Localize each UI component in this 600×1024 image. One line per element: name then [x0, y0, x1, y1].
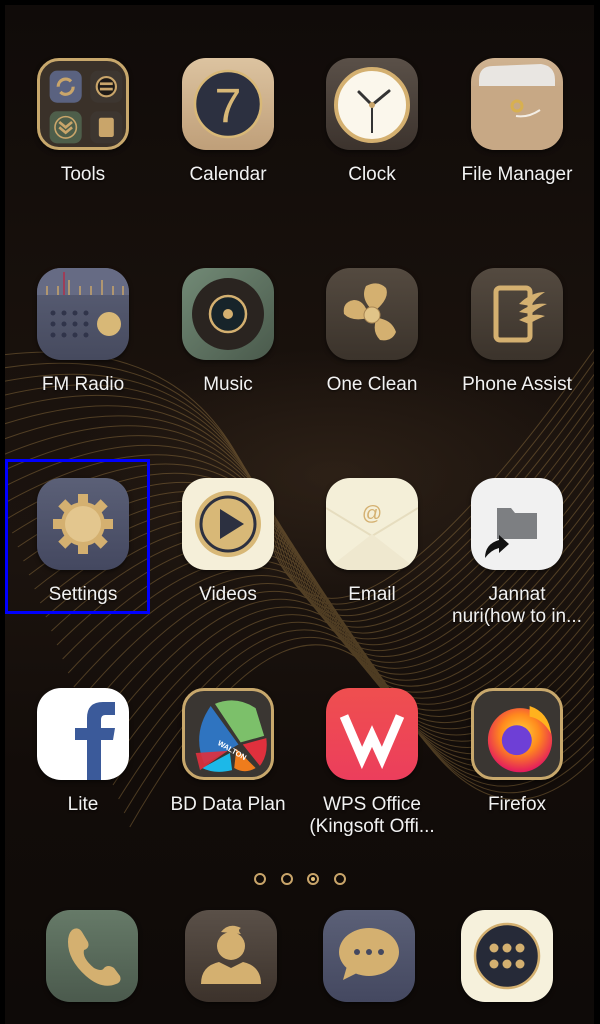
tools-folder-icon: [37, 58, 129, 150]
settings-highlight-box: [5, 459, 150, 614]
app-label: Jannat nuri(how to in...: [447, 584, 587, 628]
page-dot-4[interactable]: [334, 873, 346, 885]
phone-assist-icon: [471, 268, 563, 360]
app-facebook-lite[interactable]: Lite: [13, 688, 153, 816]
app-one-clean[interactable]: One Clean: [302, 268, 442, 396]
app-drawer-icon: [461, 910, 553, 1002]
dock-contacts[interactable]: [185, 910, 277, 1002]
app-label: One Clean: [326, 374, 418, 395]
app-file-manager[interactable]: File Manager: [447, 58, 587, 186]
play-icon: [182, 478, 274, 570]
app-fm-radio[interactable]: FM Radio: [13, 268, 153, 396]
fm-radio-icon: [37, 268, 129, 360]
app-label: WPS Office (Kingsoft Offi...: [302, 794, 442, 838]
folder-shortcut-icon: [471, 478, 563, 570]
calendar-icon: 7: [182, 58, 274, 150]
walton-icon: WALTON: [182, 688, 274, 780]
app-label: Calendar: [189, 164, 267, 185]
facebook-icon: [37, 688, 129, 780]
app-label: Email: [348, 584, 396, 605]
app-phone-assist[interactable]: Phone Assist: [447, 268, 587, 396]
app-calendar[interactable]: 7 Calendar: [158, 58, 298, 186]
app-label: Videos: [199, 584, 257, 605]
app-label-line1: Jannat: [488, 584, 546, 605]
dock-phone[interactable]: [46, 910, 138, 1002]
envelope-icon: @: [326, 478, 418, 570]
app-label-line1: WPS Office: [323, 794, 421, 815]
calendar-day: 7: [215, 80, 242, 133]
app-label: Lite: [67, 794, 99, 815]
app-label: Tools: [60, 164, 106, 185]
at-glyph: @: [362, 503, 382, 525]
app-label: Firefox: [487, 794, 547, 815]
page-dot-3-current[interactable]: [307, 873, 319, 885]
page-dot-1[interactable]: [254, 873, 266, 885]
app-firefox[interactable]: Firefox: [447, 688, 587, 816]
page-indicator: [5, 870, 594, 890]
dock-messages[interactable]: [323, 910, 415, 1002]
contact-icon: [185, 910, 277, 1002]
app-email[interactable]: @ Email: [302, 478, 442, 606]
app-jannat-nuri-shortcut[interactable]: Jannat nuri(how to in...: [447, 478, 587, 628]
app-label: Music: [203, 374, 253, 395]
fan-icon: [326, 268, 418, 360]
app-label: FM Radio: [41, 374, 125, 395]
message-icon: [323, 910, 415, 1002]
wps-icon: [326, 688, 418, 780]
app-label-line2: nuri(how to in...: [452, 606, 582, 627]
app-label-line2: (Kingsoft Offi...: [309, 816, 435, 837]
app-tools[interactable]: Tools: [13, 58, 153, 186]
app-label: Clock: [348, 164, 396, 185]
dock-app-drawer[interactable]: [461, 910, 553, 1002]
phone-icon: [46, 910, 138, 1002]
app-label: Phone Assist: [462, 374, 572, 395]
app-videos[interactable]: Videos: [158, 478, 298, 606]
app-label: BD Data Plan: [170, 794, 286, 815]
app-bd-data-plan[interactable]: WALTON BD Data Plan: [158, 688, 298, 816]
app-label: File Manager: [461, 164, 573, 185]
firefox-icon: [471, 688, 563, 780]
file-manager-icon: [471, 58, 563, 150]
app-wps-office[interactable]: WPS Office (Kingsoft Offi...: [302, 688, 442, 838]
app-music[interactable]: Music: [158, 268, 298, 396]
music-icon: [182, 268, 274, 360]
page-dot-2[interactable]: [281, 873, 293, 885]
clock-icon: [326, 58, 418, 150]
app-clock[interactable]: Clock: [302, 58, 442, 186]
